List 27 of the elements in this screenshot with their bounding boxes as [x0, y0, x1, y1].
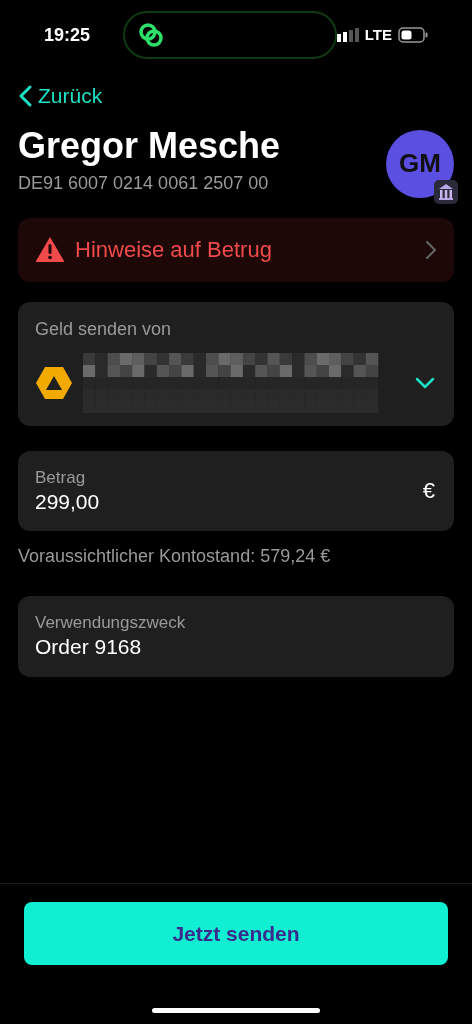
- balance-note: Voraussichtlicher Kontostand: 579,24 €: [18, 544, 332, 568]
- chevron-down-icon: [415, 376, 435, 389]
- amount-label: Betrag: [35, 466, 87, 489]
- chevron-right-icon: [425, 239, 437, 260]
- sender-label: Geld senden von: [35, 317, 173, 341]
- battery-icon: [398, 27, 428, 43]
- purpose-value: Order 9168: [35, 634, 143, 660]
- signal-icon: [336, 28, 359, 42]
- purpose-field[interactable]: Verwendungszweck Order 9168: [18, 595, 454, 677]
- back-link[interactable]: Zurück: [18, 80, 103, 112]
- currency-symbol: €: [422, 477, 435, 505]
- amount-field[interactable]: Betrag 299,00 €: [18, 450, 454, 531]
- network-label: LTE: [364, 24, 392, 45]
- sender-select[interactable]: Geld senden von: [18, 301, 454, 426]
- purpose-label: Verwendungszweck: [35, 612, 187, 634]
- send-button[interactable]: Jetzt senden: [24, 902, 448, 965]
- bank-logo-icon: [35, 365, 73, 400]
- avatar: GM: [386, 129, 454, 198]
- status-time: 19:25: [44, 23, 92, 47]
- amount-value: 299,00: [35, 488, 100, 515]
- link-icon: [136, 21, 165, 49]
- warning-icon: [35, 236, 65, 263]
- fraud-notice-button[interactable]: Hinweise auf Betrug: [18, 217, 454, 282]
- recipient-name: Gregor Mesche: [18, 123, 281, 168]
- recipient-iban: DE91 6007 0214 0061 2507 00: [18, 171, 270, 195]
- bank-icon: [434, 179, 458, 204]
- chevron-left-icon: [18, 83, 34, 108]
